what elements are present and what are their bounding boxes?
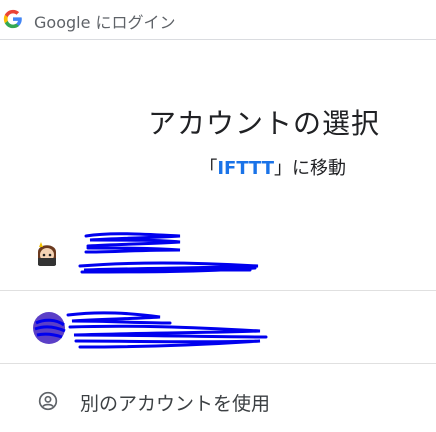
redacted-account-text (66, 311, 268, 349)
use-another-account-label: 別のアカウントを使用 (80, 393, 271, 415)
top-bar: Google にログイン (0, 0, 436, 40)
subtitle-prefix: 「 (199, 158, 218, 179)
sign-in-title: Google にログイン (34, 13, 176, 32)
account-item[interactable] (0, 218, 436, 291)
page-title: アカウントの選択 (147, 107, 380, 140)
account-item[interactable] (0, 291, 436, 364)
google-g-icon (3, 9, 22, 29)
subtitle-suffix: 」に移動 (274, 158, 346, 179)
app-name-link[interactable]: IFTTT (217, 158, 274, 179)
redacted-account-text (78, 232, 259, 274)
account-circle-icon (38, 391, 58, 411)
use-another-account-button[interactable]: 別のアカウントを使用 (0, 364, 436, 432)
page-subtitle: 「IFTTT」に移動 (0, 154, 436, 180)
